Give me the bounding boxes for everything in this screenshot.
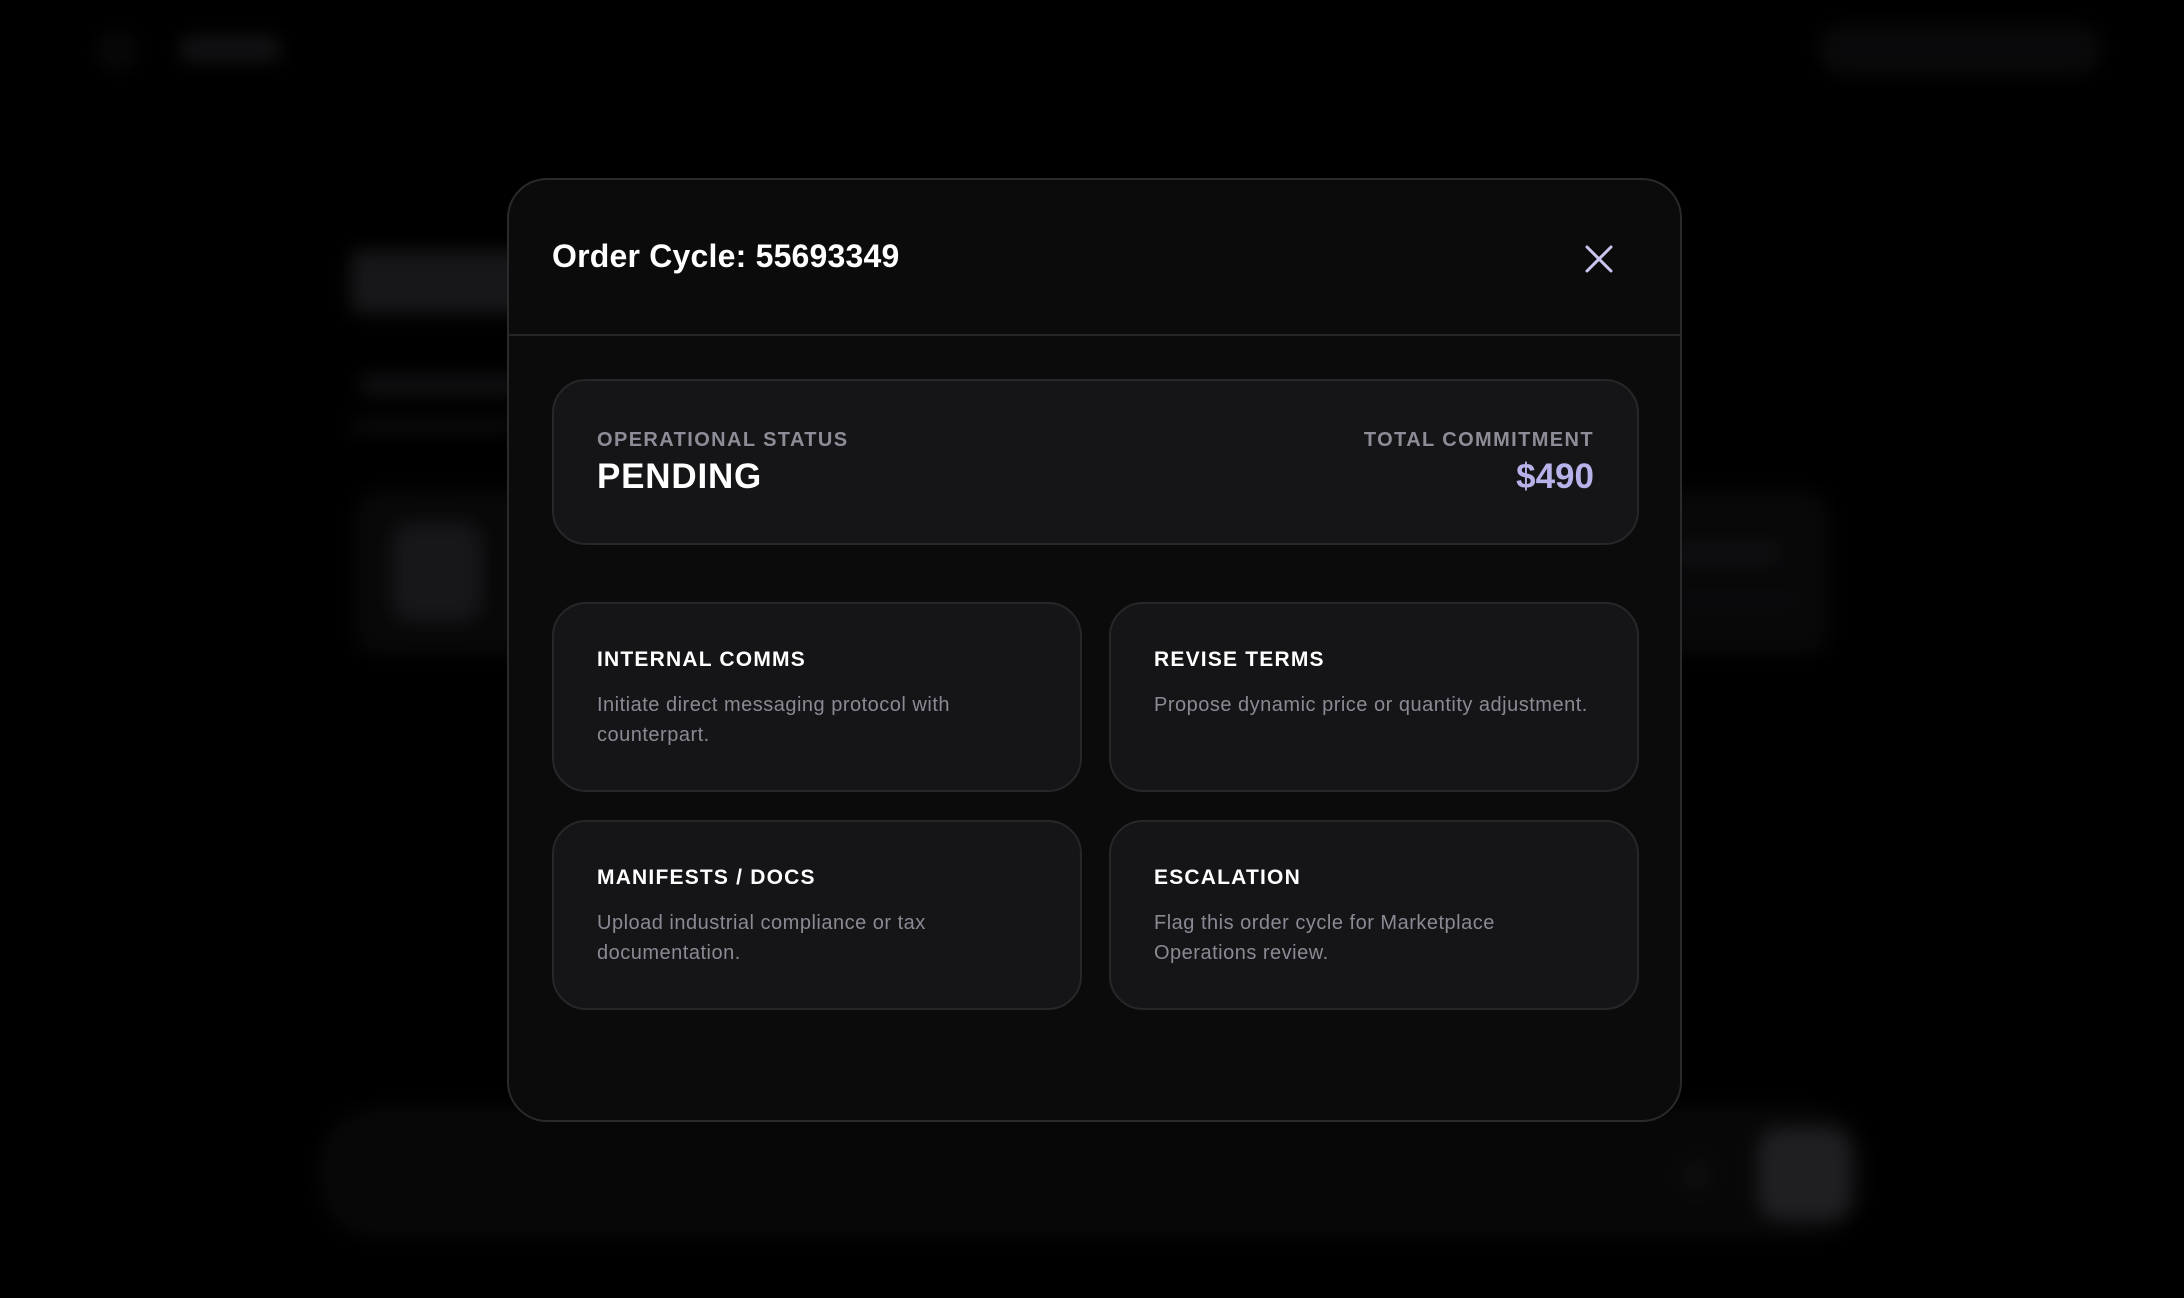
- status-value: PENDING: [597, 457, 763, 496]
- escalation-card[interactable]: ESCALATION Flag this order cycle for Mar…: [1109, 820, 1639, 1010]
- action-description: Propose dynamic price or quantity adjust…: [1154, 694, 1588, 716]
- page-heading: [350, 250, 530, 314]
- page-caption: [350, 418, 520, 434]
- status-summary-card: OPERATIONAL STATUS PENDING TOTAL COMMITM…: [552, 379, 1639, 545]
- internal-comms-card[interactable]: INTERNAL COMMS Initiate direct messaging…: [552, 602, 1082, 792]
- action-description: Upload industrial compliance or tax docu…: [597, 912, 926, 964]
- action-description: Flag this order cycle for Marketplace Op…: [1154, 912, 1495, 964]
- manifests-docs-card[interactable]: MANIFESTS / DOCS Upload industrial compl…: [552, 820, 1082, 1010]
- search-icon: [100, 34, 134, 68]
- modal-header: Order Cycle: 55693349: [509, 180, 1680, 336]
- close-icon: [1585, 245, 1613, 273]
- order-cycle-modal: Order Cycle: 55693349 OPERATIONAL STATUS…: [507, 178, 1682, 1122]
- page-subheading: [360, 374, 520, 396]
- order-thumbnail: [392, 522, 482, 622]
- modal-title: Order Cycle: 55693349: [552, 238, 900, 274]
- send-icon: [1758, 1128, 1850, 1220]
- close-button[interactable]: [1584, 244, 1614, 274]
- action-title: INTERNAL COMMS: [597, 648, 806, 671]
- app-logo: [180, 36, 280, 62]
- order-card-label: [1670, 542, 1780, 564]
- action-title: ESCALATION: [1154, 866, 1301, 889]
- commitment-value: $490: [1516, 457, 1594, 496]
- message-composer-bar: [318, 1106, 1868, 1240]
- action-title: REVISE TERMS: [1154, 648, 1325, 671]
- action-title: MANIFESTS / DOCS: [597, 866, 816, 889]
- commitment-label: TOTAL COMMITMENT: [1363, 429, 1594, 451]
- header-pill-button: [1818, 24, 2102, 76]
- status-label: OPERATIONAL STATUS: [597, 429, 849, 451]
- revise-terms-card[interactable]: REVISE TERMS Propose dynamic price or qu…: [1109, 602, 1639, 792]
- attach-icon: [1680, 1158, 1714, 1192]
- action-description: Initiate direct messaging protocol with …: [597, 694, 950, 746]
